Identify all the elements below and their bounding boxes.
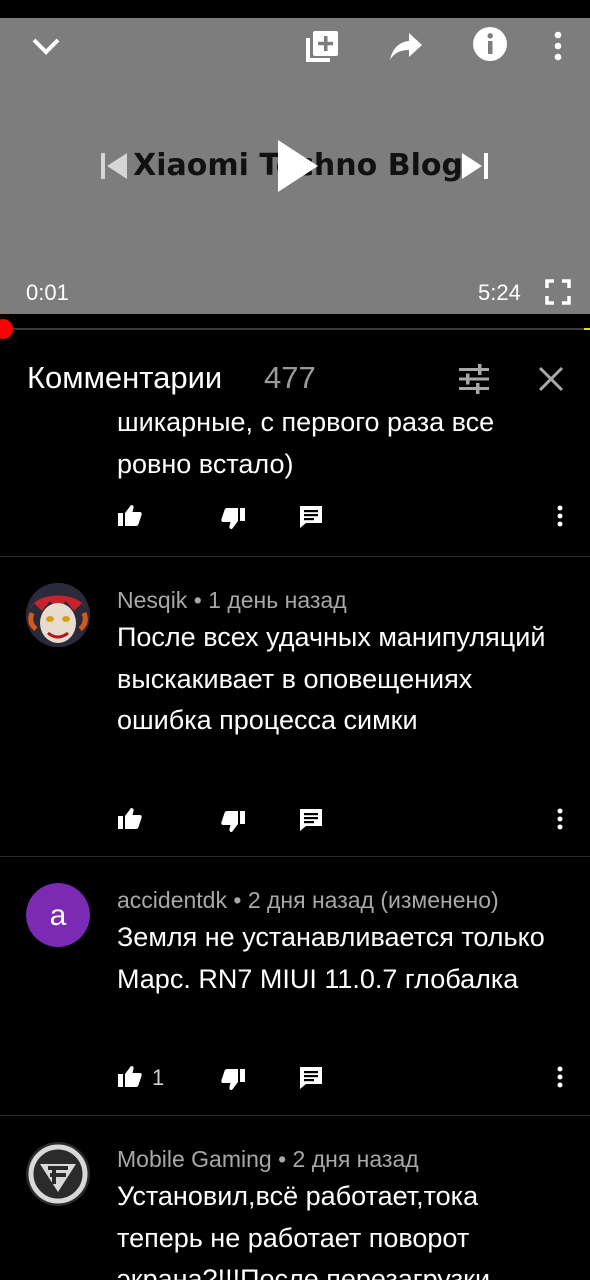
comment-menu-icon[interactable]: [552, 502, 568, 530]
comment-text-line: экрана?!!!После перезагрузки: [117, 1264, 491, 1280]
next-icon[interactable]: [456, 148, 494, 184]
comment-text: шикарные, с первого раза все ровно встал…: [117, 416, 567, 485]
comment-menu-icon[interactable]: [552, 805, 568, 833]
comment-item: a accidentdk • 2 дня назад (изменено) Зе…: [0, 857, 590, 1115]
comment-text-line: ровно встало): [117, 448, 294, 479]
meta-separator: •: [278, 1146, 287, 1172]
comments-title: Комментарии: [27, 360, 223, 395]
avatar[interactable]: a: [26, 883, 90, 947]
current-time: 0:01: [26, 280, 69, 305]
comment-author[interactable]: Mobile Gaming: [117, 1146, 272, 1172]
video-duration: 5:24: [478, 280, 521, 305]
comment-meta: Mobile Gaming • 2 дня назад: [117, 1146, 419, 1173]
more-vert-icon[interactable]: [546, 26, 570, 66]
comment-text: Установил,всё работает,тока теперь не ра…: [117, 1176, 577, 1280]
avatar[interactable]: [26, 1142, 90, 1206]
play-icon[interactable]: [270, 136, 326, 196]
comment-time: 2 дня назад (изменено): [247, 887, 499, 913]
fullscreen-icon[interactable]: [544, 278, 572, 306]
video-player[interactable]: Xiaomi Techno Blog 0:01 5:24: [0, 18, 590, 314]
video-progress-bar[interactable]: [0, 319, 590, 339]
add-to-playlist-icon[interactable]: [302, 26, 342, 66]
dislike-icon[interactable]: [220, 809, 246, 835]
comment-time: 2 дня назад: [292, 1146, 419, 1172]
comment-author[interactable]: accidentdk: [117, 887, 227, 913]
dislike-icon[interactable]: [220, 1067, 246, 1093]
comments-header: Комментарии 477: [0, 340, 590, 416]
close-icon[interactable]: [536, 364, 566, 394]
meta-separator: •: [233, 887, 242, 913]
previous-icon[interactable]: [96, 148, 132, 184]
like-icon[interactable]: [117, 805, 143, 831]
chevron-down-icon[interactable]: [28, 28, 64, 64]
progress-scrubber[interactable]: [0, 319, 13, 339]
comment-item: шикарные, с первого раза все ровно встал…: [0, 416, 590, 558]
like-icon[interactable]: [117, 1063, 143, 1089]
comment-time: 1 день назад: [208, 587, 347, 613]
avatar-letter: a: [50, 899, 67, 932]
player-top-controls: [0, 18, 590, 68]
share-icon[interactable]: [386, 26, 426, 66]
status-bar: [0, 0, 590, 18]
sort-filter-icon[interactable]: [456, 362, 492, 396]
comments-list[interactable]: шикарные, с первого раза все ровно встал…: [0, 416, 590, 1280]
info-icon[interactable]: [470, 24, 510, 64]
reply-icon[interactable]: [298, 807, 324, 833]
comment-text-line: шикарные, с первого раза все: [117, 416, 495, 437]
comment-item: Nesqik • 1 день назад После всех удачных…: [0, 557, 590, 857]
reply-icon[interactable]: [298, 504, 324, 530]
comment-actions: [0, 805, 590, 835]
progress-track: [0, 328, 590, 330]
meta-separator: •: [193, 587, 202, 613]
comment-menu-icon[interactable]: [552, 1063, 568, 1091]
dislike-icon[interactable]: [220, 506, 246, 532]
comment-actions: [0, 502, 590, 532]
comment-text: Земля не устанавливается только Марс. RN…: [117, 922, 545, 994]
comment-actions: 1: [0, 1063, 590, 1093]
comment-meta: Nesqik • 1 день назад: [117, 587, 347, 614]
comment-author[interactable]: Nesqik: [117, 587, 187, 613]
comment-text: После всех удачных манипуляций выскакива…: [117, 622, 546, 735]
comment-text-line: Установил,всё работает,тока: [117, 1181, 479, 1211]
comment-meta: accidentdk • 2 дня назад (изменено): [117, 887, 499, 914]
reply-icon[interactable]: [298, 1065, 324, 1091]
comment-text-line: теперь не работает поворот: [117, 1222, 470, 1253]
like-icon[interactable]: [117, 502, 143, 528]
progress-buffer-marker: [584, 328, 590, 330]
comment-item: Mobile Gaming • 2 дня назад Установил,вс…: [0, 1116, 590, 1280]
comments-count: 477: [264, 360, 316, 395]
avatar[interactable]: [26, 583, 90, 647]
like-count: 1: [152, 1065, 165, 1090]
